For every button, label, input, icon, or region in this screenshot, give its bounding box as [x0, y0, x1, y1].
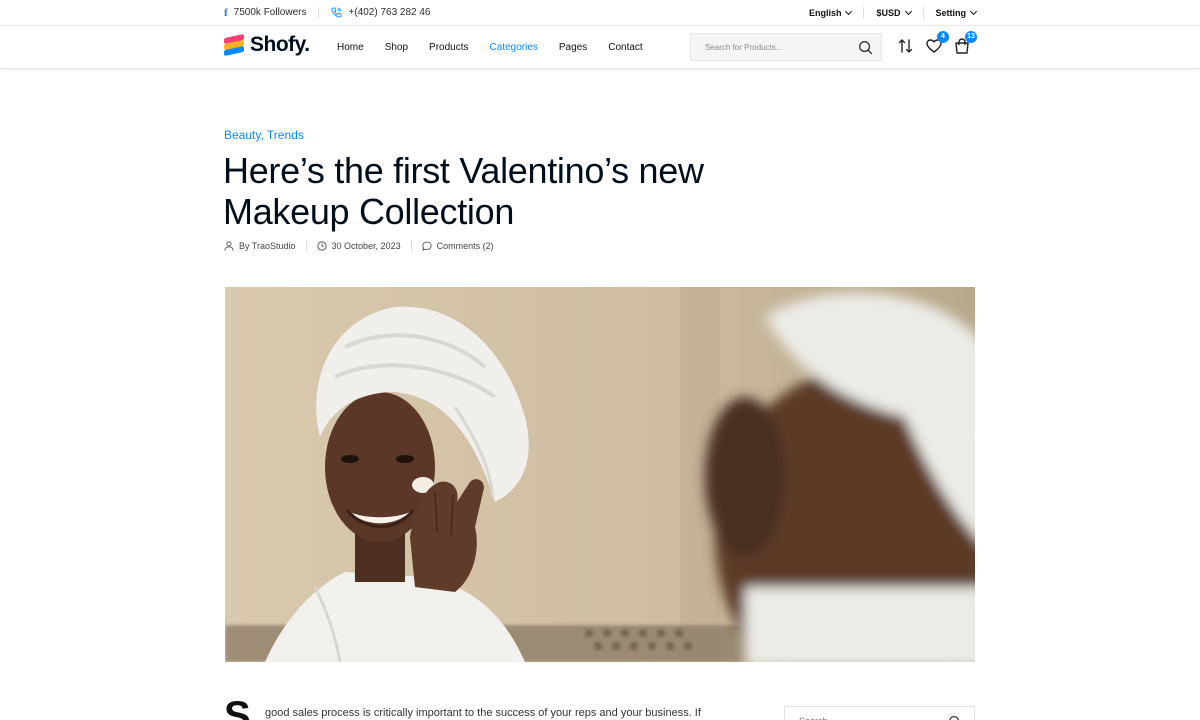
product-search	[690, 33, 882, 61]
phone-icon	[331, 7, 342, 18]
language-dropdown[interactable]: English	[808, 7, 853, 18]
divider	[410, 240, 412, 251]
wishlist-button[interactable]: 4	[925, 31, 949, 55]
followers-link[interactable]: f 7500k Followers	[224, 7, 306, 19]
currency-label: $USD	[876, 7, 901, 18]
phone-link[interactable]: +(402) 763 282 46	[331, 7, 431, 18]
nav-contact[interactable]: Contact	[608, 42, 642, 53]
sidebar-search-input[interactable]	[785, 707, 935, 720]
comments-text: Comments (2)	[436, 240, 494, 251]
post-featured-image	[225, 287, 975, 662]
search-icon[interactable]	[858, 40, 873, 55]
post-title: Here’s the first Valentino’s new Makeup …	[223, 150, 704, 232]
setting-label: Setting	[935, 7, 967, 18]
search-input[interactable]	[691, 34, 851, 60]
user-icon	[224, 240, 234, 251]
main-header: Shofy. Home Shop Products Categories Pag…	[0, 26, 1200, 69]
post-meta: By TraoStudio 30 October, 2023 Comments …	[224, 240, 494, 251]
cart-button[interactable]: 13	[953, 31, 977, 55]
sidebar-search	[784, 706, 975, 720]
nav-home[interactable]: Home	[337, 42, 364, 53]
header-actions: 4 13	[897, 31, 981, 55]
drop-cap: S	[224, 694, 251, 720]
compare-icon	[898, 39, 913, 53]
chevron-down-icon	[845, 7, 853, 15]
divider	[922, 6, 924, 19]
divider	[318, 6, 320, 19]
post-comments[interactable]: Comments (2)	[421, 240, 494, 251]
chevron-down-icon	[904, 7, 912, 15]
search-icon[interactable]	[948, 715, 962, 720]
currency-dropdown[interactable]: $USD	[876, 7, 912, 18]
chevron-down-icon	[969, 7, 978, 15]
followers-text: 7500k Followers	[233, 7, 307, 18]
nav-pages[interactable]: Pages	[559, 42, 587, 53]
top-bar-left: f 7500k Followers +(402) 763 282 46	[224, 0, 431, 25]
post-author[interactable]: By TraoStudio	[224, 241, 296, 251]
woman-applying-cream-image	[225, 287, 975, 662]
cart-count-badge: 13	[965, 31, 977, 43]
comment-icon	[421, 241, 432, 251]
compare-button[interactable]	[897, 37, 915, 55]
facebook-icon: f	[224, 6, 228, 19]
setting-dropdown[interactable]: Setting	[935, 7, 978, 18]
nav-categories[interactable]: Categories	[490, 42, 538, 53]
clock-icon	[316, 240, 327, 251]
wishlist-count-badge: 4	[937, 31, 949, 43]
top-bar-right: English $USD Setting	[808, 0, 978, 25]
nav-shop[interactable]: Shop	[385, 42, 408, 53]
date-text: 30 October, 2023	[331, 240, 401, 251]
logo-text: Shofy.	[250, 33, 310, 56]
divider	[305, 240, 307, 251]
post-categories[interactable]: Beauty, Trends	[224, 128, 304, 142]
language-label: English	[808, 7, 842, 18]
divider	[863, 6, 865, 19]
post-date: 30 October, 2023	[316, 240, 401, 251]
author-text: By TraoStudio	[239, 240, 296, 251]
nav-products[interactable]: Products	[429, 42, 468, 53]
logo-mark-icon	[224, 33, 246, 57]
top-bar: f 7500k Followers +(402) 763 282 46 Engl…	[0, 0, 1200, 26]
phone-text: +(402) 763 282 46	[348, 7, 431, 18]
post-body-text: good sales process is critically importa…	[265, 707, 701, 719]
logo[interactable]: Shofy.	[224, 33, 310, 57]
main-nav: Home Shop Products Categories Pages Cont…	[337, 26, 664, 68]
